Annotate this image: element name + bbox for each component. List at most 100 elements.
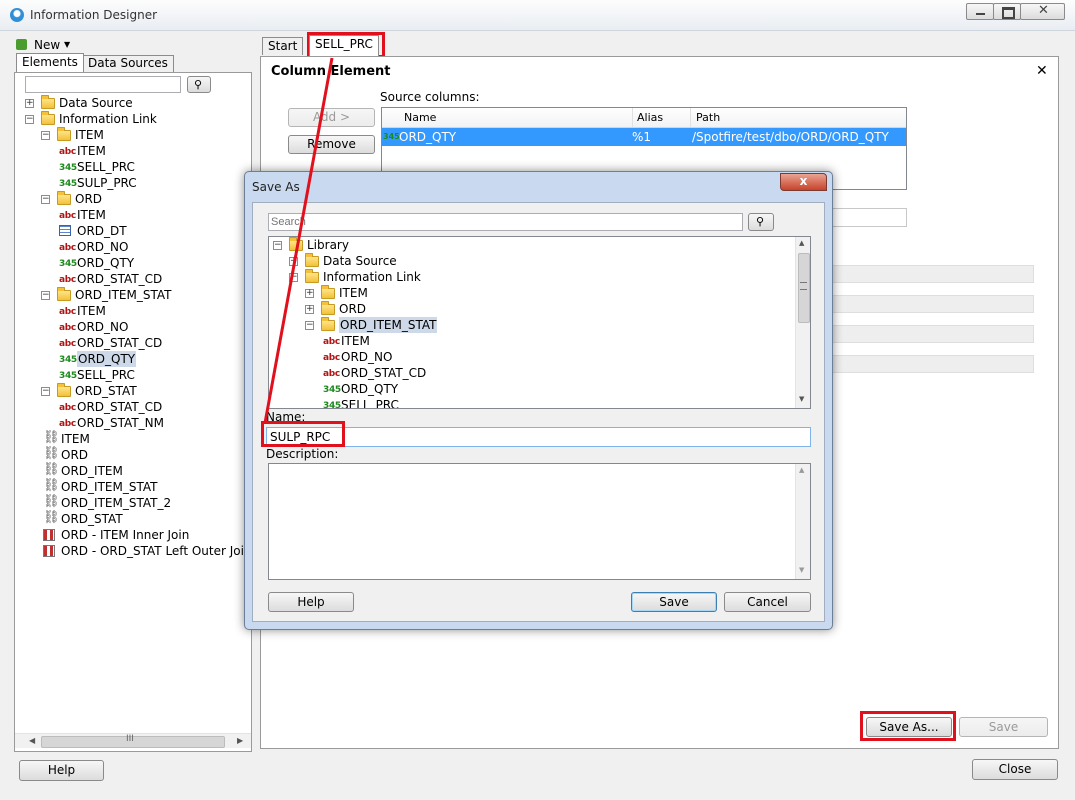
col-header-path[interactable]: Path (696, 111, 720, 124)
tree-item[interactable]: 345 ORD_QTY (15, 255, 251, 271)
collapse-icon[interactable]: − (305, 321, 314, 330)
expand-icon[interactable]: + (305, 289, 314, 298)
link-icon: ⛓ (43, 446, 60, 461)
scroll-up-icon[interactable]: ▲ (799, 466, 804, 474)
tree-item-label: Data Source (59, 96, 133, 110)
column-element-heading: Column Element (271, 64, 391, 79)
tree-item[interactable]: − Library (269, 237, 794, 253)
tree-item[interactable]: abc ORD_NO (15, 319, 251, 335)
elements-search-button[interactable]: ⚲ (187, 76, 211, 93)
elements-search-input[interactable] (25, 76, 181, 93)
dialog-cancel-button[interactable]: Cancel (724, 592, 811, 612)
tree-item[interactable]: + ORD (269, 301, 794, 317)
tree-item[interactable]: abc ORD_STAT_CD (15, 335, 251, 351)
tree-item[interactable]: abc ORD_STAT_CD (15, 399, 251, 415)
close-window-button[interactable]: ✕ (1020, 3, 1065, 20)
add-button[interactable]: Add > (288, 108, 375, 127)
remove-button[interactable]: Remove (288, 135, 375, 154)
app-icon (10, 8, 24, 22)
collapse-icon[interactable]: − (25, 115, 34, 124)
h-scroll-thumb[interactable]: III (41, 734, 225, 748)
expand-icon[interactable]: + (25, 99, 34, 108)
tree-item[interactable]: − ORD_STAT (15, 383, 251, 399)
dialog-close-button[interactable]: x (780, 173, 827, 191)
tree-item[interactable]: abc ITEM (15, 303, 251, 319)
tree-item[interactable]: ⛓ ORD (15, 446, 251, 463)
left-tab-elements[interactable]: Elements (16, 53, 84, 72)
scroll-right-icon[interactable]: ▶ (237, 736, 243, 745)
scroll-left-icon[interactable]: ◀ (29, 736, 35, 745)
table-row[interactable]: 345 ORD_QTY %1 /Spotfire/test/dbo/ORD/OR… (382, 128, 906, 146)
tree-item[interactable]: abc ORD_STAT_CD (15, 271, 251, 287)
tree-item[interactable]: − ITEM (15, 127, 251, 143)
collapse-icon[interactable]: − (41, 131, 50, 140)
dialog-save-button[interactable]: Save (631, 592, 717, 612)
description-label: Description: (266, 447, 339, 461)
v-scroll-thumb[interactable] (798, 253, 810, 323)
maximize-button[interactable] (993, 3, 1021, 20)
footer-close-button[interactable]: Close (972, 759, 1058, 780)
tree-item[interactable]: abc ORD_STAT_CD (269, 365, 794, 381)
collapse-icon[interactable]: − (273, 241, 282, 250)
tree-item-label: ORD_QTY (341, 382, 399, 396)
expand-icon[interactable]: + (289, 257, 298, 266)
save-button[interactable]: Save (959, 717, 1048, 737)
footer-help-button[interactable]: Help (19, 760, 104, 781)
tree-item[interactable]: ⛓ ITEM (15, 430, 251, 447)
tree-item[interactable]: + ITEM (269, 285, 794, 301)
tree-item[interactable]: − Information Link (269, 269, 794, 285)
collapse-icon[interactable]: − (41, 195, 50, 204)
tree-item[interactable]: − Information Link (15, 111, 251, 127)
tree-item[interactable]: 345 SELL_PRC (15, 367, 251, 383)
tree-item[interactable]: ORD_DT (15, 223, 251, 239)
elements-h-scrollbar[interactable]: ◀ III ▶ (15, 733, 251, 748)
tree-item[interactable]: − ORD_ITEM_STAT (15, 287, 251, 303)
tree-item[interactable]: 345 SELL_PRC (269, 397, 794, 408)
folder-icon (57, 287, 71, 301)
library-v-scrollbar[interactable]: ▲ ▼ (795, 237, 810, 408)
col-header-name[interactable]: Name (404, 111, 436, 124)
description-v-scrollbar[interactable]: ▲ ▼ (795, 464, 810, 579)
collapse-icon[interactable]: − (41, 387, 50, 396)
main-tab-sell-prc[interactable]: SELL_PRC (309, 35, 379, 56)
dialog-search-input[interactable] (268, 213, 743, 231)
dialog-help-button[interactable]: Help (268, 592, 354, 612)
tree-item[interactable]: − ORD (15, 191, 251, 207)
tree-item[interactable]: ORD - ORD_STAT Left Outer Join (15, 543, 251, 559)
scroll-up-icon[interactable]: ▲ (799, 239, 804, 247)
tree-item[interactable]: ORD - ITEM Inner Join (15, 527, 251, 543)
tree-item[interactable]: ⛓ ORD_ITEM (15, 462, 251, 479)
tree-item[interactable]: 345 SULP_PRC (15, 175, 251, 191)
collapse-icon[interactable]: − (289, 273, 298, 282)
tree-item[interactable]: abc ORD_STAT_NM (15, 415, 251, 431)
minimize-button[interactable] (966, 3, 994, 20)
tree-item[interactable]: abc ITEM (269, 333, 794, 349)
dialog-search-button[interactable]: ⚲ (748, 213, 774, 231)
tree-item[interactable]: abc ORD_NO (15, 239, 251, 255)
tree-item[interactable]: abc ITEM (15, 207, 251, 223)
description-field[interactable]: ▲ ▼ (268, 463, 811, 580)
expand-icon[interactable]: + (305, 305, 314, 314)
scroll-down-icon[interactable]: ▼ (799, 566, 804, 574)
tree-item[interactable]: abc ITEM (15, 143, 251, 159)
col-header-alias[interactable]: Alias (637, 111, 663, 124)
tree-item[interactable]: 345 ORD_QTY (15, 351, 251, 367)
tree-item[interactable]: ⛓ ORD_ITEM_STAT (15, 478, 251, 495)
collapse-icon[interactable]: − (41, 291, 50, 300)
tree-item[interactable]: − ORD_ITEM_STAT (269, 317, 794, 333)
scroll-down-icon[interactable]: ▼ (799, 395, 804, 403)
tree-item-label: ORD_NO (77, 240, 129, 254)
tree-item[interactable]: ⛓ ORD_ITEM_STAT_2 (15, 494, 251, 511)
tree-item[interactable]: abc ORD_NO (269, 349, 794, 365)
main-tab-start[interactable]: Start (262, 37, 304, 55)
save-as-button[interactable]: Save As... (866, 717, 952, 737)
left-tab-data-sources[interactable]: Data Sources (82, 55, 174, 72)
tree-item[interactable]: 345 SELL_PRC (15, 159, 251, 175)
close-icon[interactable]: ✕ (1036, 63, 1048, 79)
link-icon: ⛓ (43, 494, 60, 509)
tree-item[interactable]: + Data Source (15, 95, 251, 111)
name-field[interactable] (266, 427, 811, 447)
tree-item[interactable]: ⛓ ORD_STAT (15, 510, 251, 527)
tree-item[interactable]: 345 ORD_QTY (269, 381, 794, 397)
tree-item[interactable]: + Data Source (269, 253, 794, 269)
